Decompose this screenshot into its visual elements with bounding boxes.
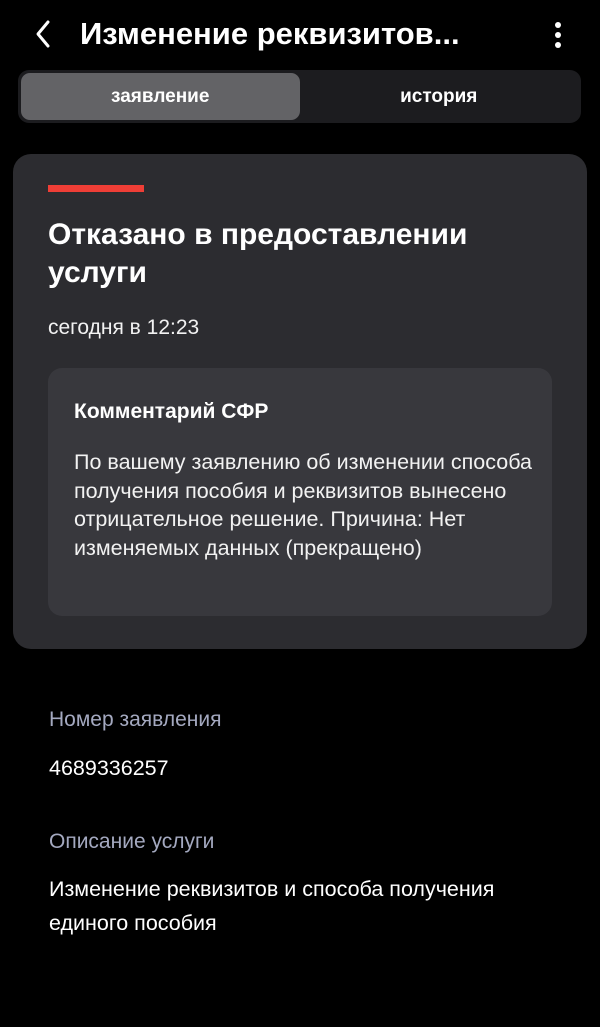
application-number-value: 4689336257 bbox=[49, 756, 169, 780]
app-header: Изменение реквизитов... bbox=[0, 0, 600, 70]
status-indicator-bar bbox=[48, 185, 144, 192]
more-options-button[interactable] bbox=[540, 14, 576, 56]
comment-title: Комментарий СФР bbox=[74, 400, 269, 423]
vertical-ellipsis-icon bbox=[555, 22, 561, 48]
comment-text: По вашему заявлению об изменении способа… bbox=[74, 450, 532, 560]
service-description-label: Описание услуги bbox=[49, 830, 215, 853]
page-title: Изменение реквизитов... bbox=[80, 16, 460, 51]
status-timestamp: сегодня в 12:23 bbox=[48, 316, 200, 339]
segmented-tabs: заявление история bbox=[18, 70, 581, 123]
tab-application[interactable]: заявление bbox=[21, 73, 300, 120]
chevron-left-icon bbox=[36, 20, 50, 48]
application-number-label: Номер заявления bbox=[49, 708, 222, 731]
status-card: Отказано в предоставлении услуги сегодня… bbox=[13, 154, 587, 649]
tab-history[interactable]: история bbox=[300, 73, 579, 120]
back-button[interactable] bbox=[26, 14, 60, 54]
status-title: Отказано в предоставлении услуги bbox=[48, 218, 468, 289]
service-description-value: Изменение реквизитов и способа получения… bbox=[49, 877, 495, 935]
comment-box: Комментарий СФР По вашему заявлению об и… bbox=[48, 368, 552, 616]
